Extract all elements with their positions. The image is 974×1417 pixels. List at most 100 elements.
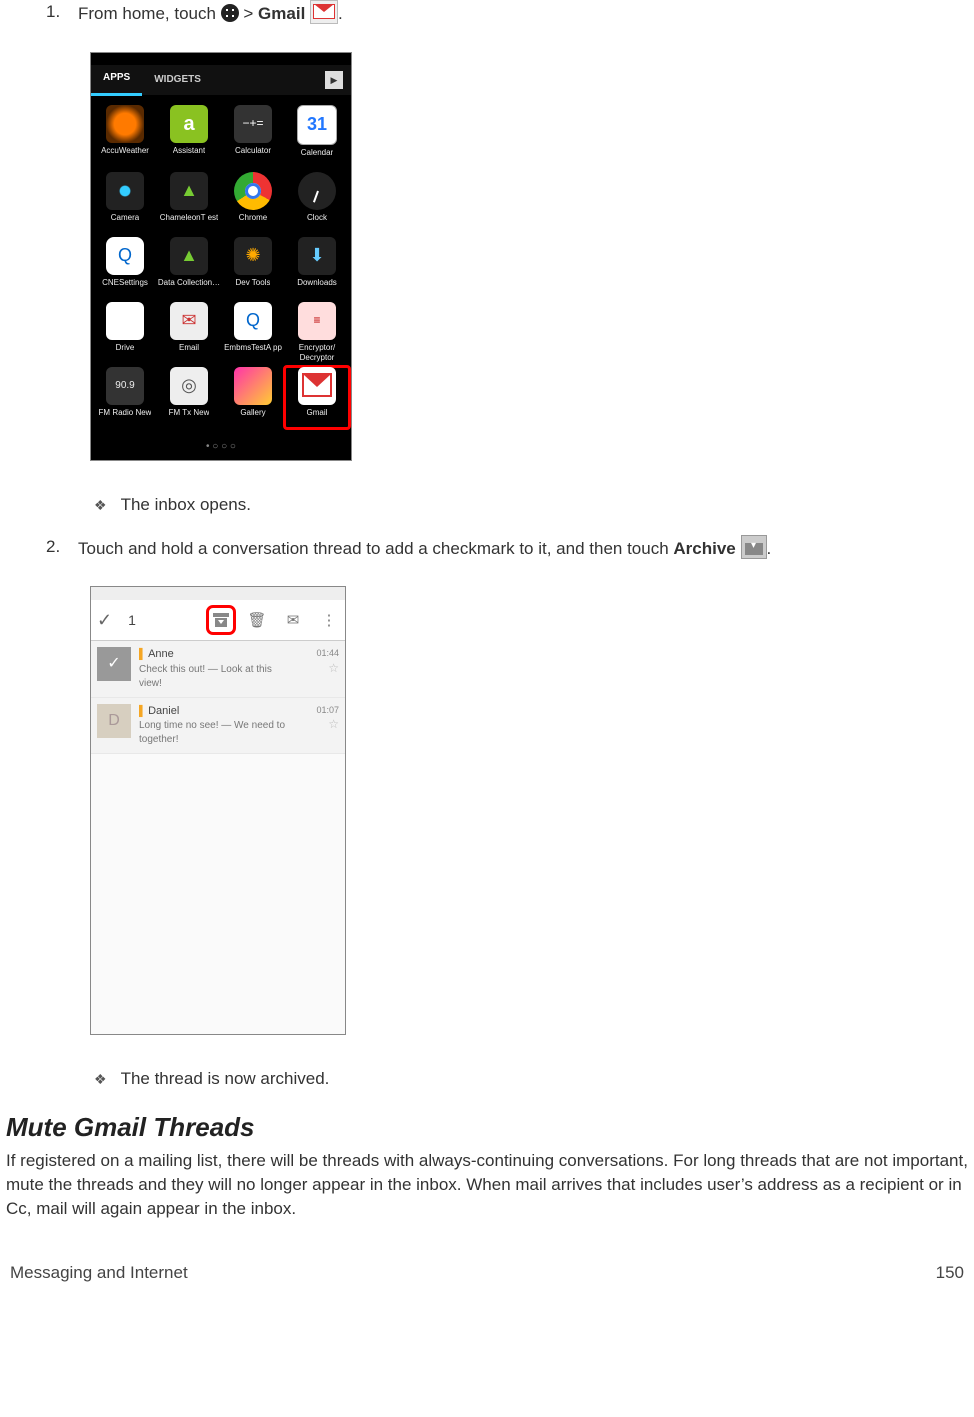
bullet-thread-archived: The thread is now archived. bbox=[94, 1067, 968, 1091]
section-heading: Mute Gmail Threads bbox=[6, 1109, 968, 1145]
app-icon: ✉ bbox=[170, 302, 208, 340]
delete-button[interactable]: 🗑 bbox=[247, 610, 267, 630]
bullet-inbox-opens: The inbox opens. bbox=[94, 493, 968, 517]
selection-count: 1 bbox=[128, 611, 136, 631]
app-fm-radio-new[interactable]: 90.9FM Radio New bbox=[93, 367, 157, 428]
app-label: Clock bbox=[307, 213, 327, 233]
app-icon: ▲ bbox=[170, 172, 208, 210]
app-label: Chrome bbox=[239, 213, 267, 233]
app-drive[interactable]: ▲ Drive bbox=[93, 302, 157, 363]
app-data-collection-[interactable]: ▲ Data Collection… bbox=[157, 237, 221, 298]
step-text: From home, touch bbox=[78, 4, 221, 23]
sender: Anne bbox=[148, 648, 174, 660]
done-icon[interactable]: ✓ bbox=[97, 608, 112, 633]
play-store-icon[interactable] bbox=[325, 71, 343, 89]
avatar: ✓ bbox=[97, 647, 131, 681]
preview: Long time no see! — We need to together! bbox=[139, 719, 295, 747]
app-label: CNESettings bbox=[102, 278, 148, 298]
archive-button[interactable] bbox=[211, 610, 231, 630]
preview: Check this out! — Look at this view! bbox=[139, 663, 295, 691]
app-label: Data Collection… bbox=[158, 278, 220, 298]
page-indicator: • ○ ○ ○ bbox=[91, 438, 351, 460]
app-label: Calendar bbox=[301, 148, 333, 168]
footer-section: Messaging and Internet bbox=[10, 1261, 188, 1285]
tab-apps[interactable]: APPS bbox=[91, 63, 142, 96]
app-icon: ▲ bbox=[106, 302, 144, 340]
app-icon: ▲ bbox=[170, 237, 208, 275]
tab-widgets[interactable]: WIDGETS bbox=[142, 65, 213, 95]
app-label: ChameleonT est bbox=[160, 213, 219, 233]
app-label: EmbmsTestA pp bbox=[224, 343, 282, 363]
step-after: . bbox=[767, 539, 772, 558]
app-label: Email bbox=[179, 343, 199, 363]
app-icon bbox=[234, 172, 272, 210]
app-label: Downloads bbox=[297, 278, 337, 298]
app-embmstesta-pp[interactable]: Q EmbmsTestA pp bbox=[221, 302, 285, 363]
app-label: Camera bbox=[111, 213, 139, 233]
star-icon[interactable]: ☆ bbox=[303, 716, 339, 733]
app-icon bbox=[298, 367, 336, 405]
app-icon: Q bbox=[106, 237, 144, 275]
flag-icon: ▌ bbox=[139, 706, 146, 717]
app-clock[interactable]: Clock bbox=[285, 172, 349, 233]
step-1: 1. From home, touch > Gmail . bbox=[78, 0, 968, 26]
app-encryptor-decryptor[interactable]: ≡Encryptor/ Decryptor bbox=[285, 302, 349, 363]
app-assistant[interactable]: a Assistant bbox=[157, 105, 221, 168]
app-gmail[interactable]: Gmail bbox=[285, 367, 349, 428]
app-label: FM Radio New bbox=[99, 408, 152, 428]
app-gallery[interactable]: Gallery bbox=[221, 367, 285, 428]
app-icon: ◎ bbox=[170, 367, 208, 405]
app-cnesettings[interactable]: Q CNESettings bbox=[93, 237, 157, 298]
screenshot-gmail-selection: ✓ 1 🗑 ✉ ⋮ ✓▌AnneCheck this out! — Look a… bbox=[90, 586, 346, 1035]
mail-button[interactable]: ✉ bbox=[283, 610, 303, 630]
page-number: 150 bbox=[936, 1261, 964, 1285]
app-label: Drive bbox=[116, 343, 135, 363]
app-icon: 31 bbox=[297, 105, 337, 145]
step-sep: > bbox=[239, 4, 258, 23]
app-chrome[interactable]: Chrome bbox=[221, 172, 285, 233]
section-body: If registered on a mailing list, there w… bbox=[6, 1149, 968, 1220]
app-icon: Q bbox=[234, 302, 272, 340]
app-label: Gmail bbox=[307, 408, 328, 428]
bold-archive: Archive bbox=[673, 539, 735, 558]
app-icon bbox=[106, 105, 144, 143]
gmail-icon bbox=[310, 0, 338, 24]
app-icon: a bbox=[170, 105, 208, 143]
conversation-row[interactable]: D ▌Daniel Long time no see! — We need to t… bbox=[91, 698, 345, 754]
app-downloads[interactable]: ⬇ Downloads bbox=[285, 237, 349, 298]
app-accuweather[interactable]: AccuWeather bbox=[93, 105, 157, 168]
list-number: 2. bbox=[46, 535, 60, 559]
app-label: Encryptor/ Decryptor bbox=[285, 343, 349, 363]
app-label: Calculator bbox=[235, 146, 271, 166]
app-label: AccuWeather bbox=[101, 146, 149, 166]
apps-icon bbox=[221, 4, 239, 22]
avatar: D bbox=[97, 704, 131, 738]
app-dev-tools[interactable]: ✺Dev Tools bbox=[221, 237, 285, 298]
step-after: . bbox=[338, 4, 343, 23]
app-fm-tx-new[interactable]: ◎ FM Tx New bbox=[157, 367, 221, 428]
step-text: Touch and hold a conversation thread to … bbox=[78, 539, 673, 558]
app-icon: −+= bbox=[234, 105, 272, 143]
archive-icon bbox=[741, 535, 767, 559]
app-icon: ⬇ bbox=[298, 237, 336, 275]
app-email[interactable]: ✉ Email bbox=[157, 302, 221, 363]
app-calendar[interactable]: 31 Calendar bbox=[285, 105, 349, 168]
step-2: 2. Touch and hold a conversation thread … bbox=[78, 535, 968, 561]
bold-gmail: Gmail bbox=[258, 4, 305, 23]
app-icon bbox=[298, 172, 336, 210]
app-camera[interactable]: Camera bbox=[93, 172, 157, 233]
app-calculator[interactable]: −+= Calculator bbox=[221, 105, 285, 168]
app-icon bbox=[234, 367, 272, 405]
star-icon[interactable]: ☆ bbox=[303, 660, 339, 677]
flag-icon: ▌ bbox=[139, 649, 146, 660]
time: 01:44 bbox=[303, 647, 339, 660]
app-label: FM Tx New bbox=[169, 408, 210, 428]
conversation-row[interactable]: ✓ ▌Anne Check this out! — Look at this vie… bbox=[91, 641, 345, 697]
sender: Daniel bbox=[148, 705, 179, 717]
list-number: 1. bbox=[46, 0, 60, 24]
app-icon: ✺ bbox=[234, 237, 272, 275]
overflow-button[interactable]: ⋮ bbox=[319, 610, 339, 630]
app-chameleont-est[interactable]: ▲ ChameleonT est bbox=[157, 172, 221, 233]
app-label: Assistant bbox=[173, 146, 205, 166]
screenshot-apps-drawer: APPS WIDGETS AccuWeather a Assistant −+= Cal… bbox=[90, 52, 352, 461]
